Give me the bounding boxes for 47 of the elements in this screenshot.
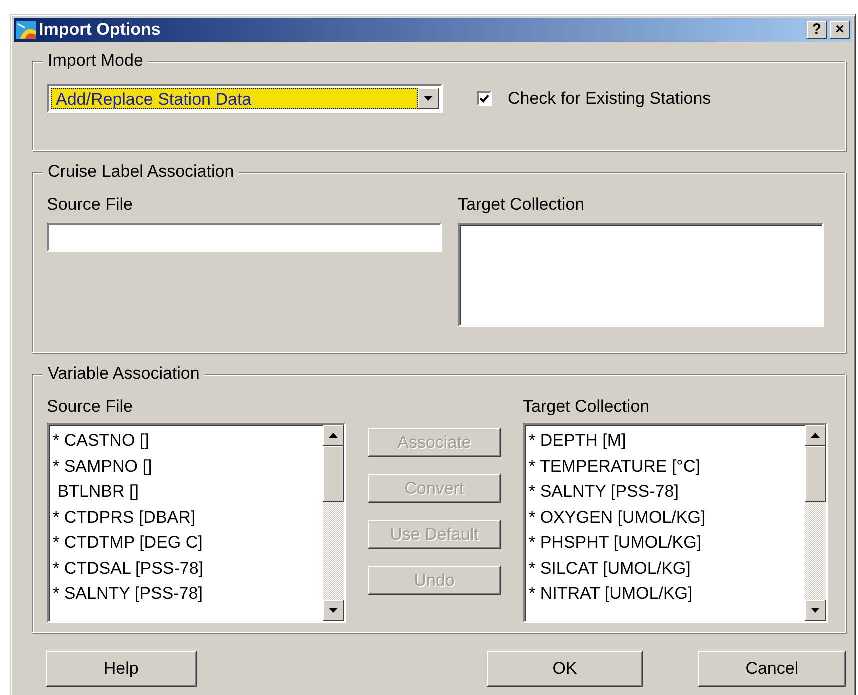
app-icon <box>16 21 36 39</box>
down-arrow-icon <box>811 608 820 613</box>
up-arrow-icon <box>329 433 338 438</box>
list-item[interactable]: * CTDSAL [PSS-78] <box>53 556 204 581</box>
list-item[interactable]: * SALNTY [PSS-78] <box>529 479 679 504</box>
list-item[interactable]: * SILCAT [UMOL/KG] <box>529 556 691 581</box>
field-label: Source File <box>47 195 134 215</box>
up-arrow-icon <box>811 433 820 438</box>
dialog-button[interactable]: OK <box>486 651 644 687</box>
down-arrow-icon <box>329 608 338 613</box>
scroll-up-button[interactable] <box>323 425 344 446</box>
list-item[interactable]: * CTDTMP [DEG C] <box>53 530 203 556</box>
list-item[interactable]: * PHSPHT [UMOL/KG] <box>529 530 702 556</box>
list-box[interactable]: * DEPTH [M] * TEMPERATURE [°C] * SALNTY [PSS-78] * OXYGEN [UMOL/KG] * PHSPHT [UMOL/KG] * SILCAT [UMOL/KG] * NITRAT [UMOL/KG] <box>523 423 828 623</box>
scrollbar[interactable] <box>323 425 344 621</box>
scroll-down-button[interactable] <box>323 600 344 621</box>
list-item[interactable]: * CASTNO [] <box>53 428 150 454</box>
dialog-button[interactable]: Help <box>46 651 197 687</box>
dropdown-arrow-icon <box>424 96 433 101</box>
window-title: Import Options <box>39 20 162 40</box>
close-button[interactable]: × <box>830 21 850 39</box>
field-label: Target Collection <box>458 195 586 215</box>
checkbox[interactable] <box>477 91 492 106</box>
help-button[interactable]: ? <box>807 21 827 39</box>
list-item[interactable]: * DEPTH [M] <box>529 428 626 454</box>
scroll-up-button[interactable] <box>805 425 826 446</box>
list-item[interactable]: BTLNBR [] <box>53 479 139 504</box>
list-label: Source File <box>47 397 134 417</box>
checkmark-icon <box>480 94 489 102</box>
list-item[interactable]: * NITRAT [UMOL/KG] <box>529 581 693 606</box>
mode-dropdown[interactable]: Add/Replace Station Data <box>47 84 443 113</box>
checkbox-label[interactable]: Check for Existing Stations <box>508 88 712 108</box>
list-item[interactable]: * CTDPRS [DBAR] <box>53 504 196 530</box>
scroll-thumb[interactable] <box>323 446 344 502</box>
scrollbar[interactable] <box>805 425 826 621</box>
list-item[interactable]: * OXYGEN [UMOL/KG] <box>529 504 706 530</box>
list-box[interactable] <box>458 223 824 327</box>
list-item[interactable]: * SALNTY [PSS-78] <box>53 581 203 606</box>
list-box[interactable]: * CASTNO [] * SAMPNO [] BTLNBR [] * CTDPRS [DBAR] * CTDTMP [DEG C] * CTDSAL [PSS-78] * SALNTY [PSS-78] <box>47 423 346 623</box>
group-legend: Import Mode <box>43 51 148 71</box>
source-file-field[interactable] <box>47 223 442 252</box>
list-item[interactable]: * SAMPNO [] <box>53 454 152 479</box>
scroll-down-button[interactable] <box>805 600 826 621</box>
list-item[interactable]: * TEMPERATURE [°C] <box>529 454 700 479</box>
scroll-thumb[interactable] <box>805 446 826 502</box>
dialog-button[interactable]: Cancel <box>698 651 846 687</box>
list-label: Target Collection <box>523 397 651 417</box>
